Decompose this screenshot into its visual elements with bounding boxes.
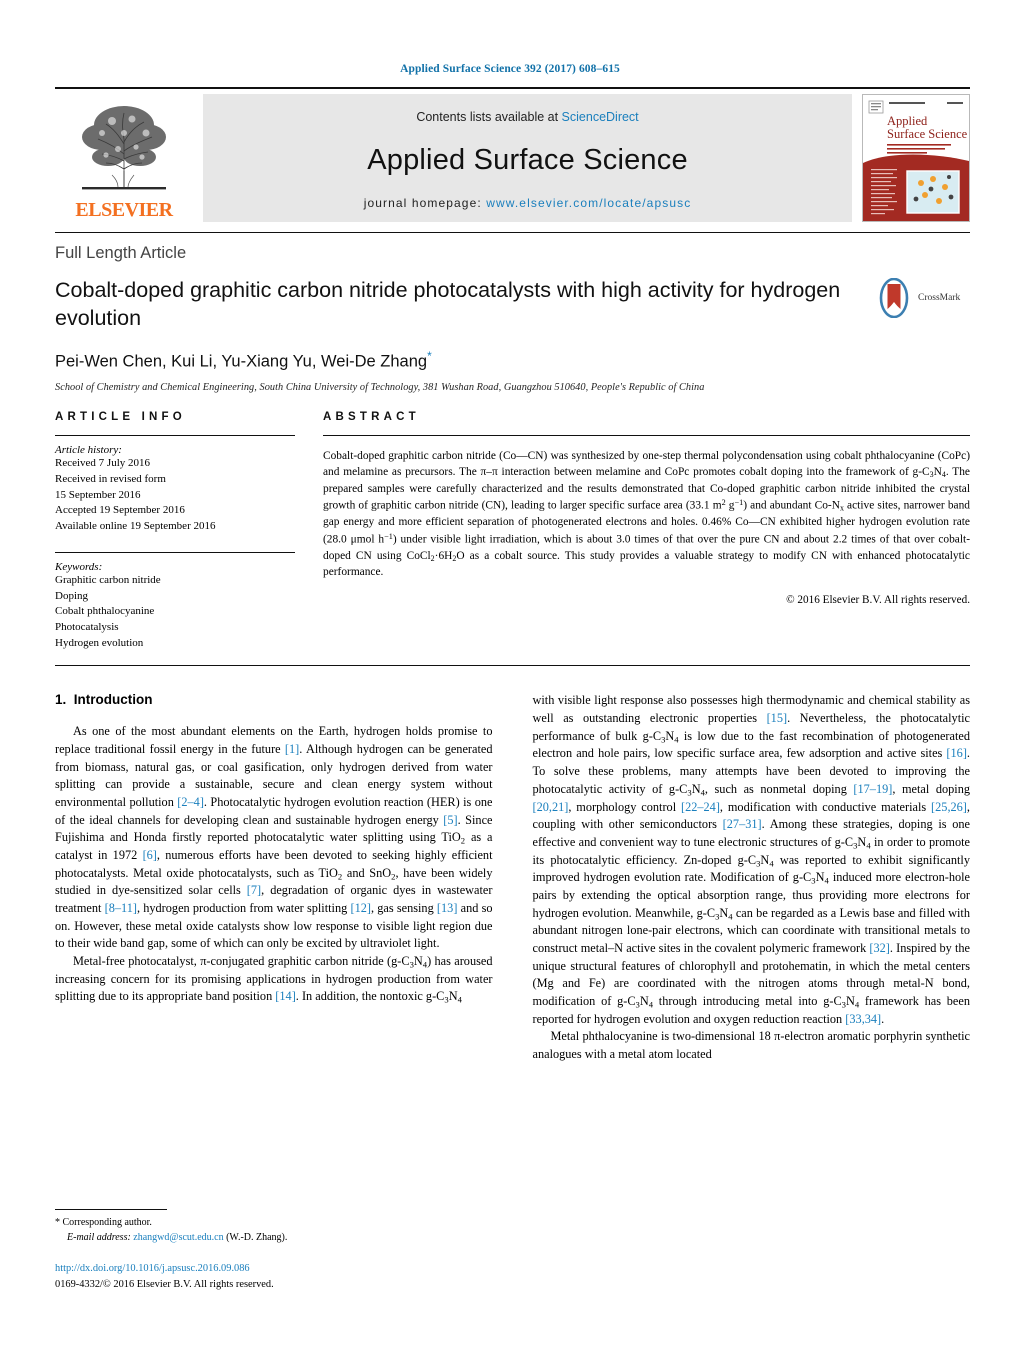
citation-link[interactable]: [2–4] bbox=[177, 795, 204, 809]
masthead-top-rule bbox=[55, 87, 970, 89]
citation-link[interactable]: [25,26] bbox=[931, 800, 967, 814]
body-column-left: 1. Introduction As one of the most abund… bbox=[55, 692, 493, 1292]
abstract-heading: ABSTRACT bbox=[323, 411, 420, 424]
citation-link[interactable]: [22–24] bbox=[681, 800, 720, 814]
footnote-rule bbox=[55, 1209, 167, 1211]
author-list: Pei-Wen Chen, Kui Li, Yu-Xiang Yu, Wei-D… bbox=[55, 349, 854, 372]
body-column-right: with visible light response also possess… bbox=[533, 692, 971, 1292]
email-note: E-mail address: zhangwd@scut.edu.cn (W.-… bbox=[55, 1231, 493, 1246]
cover-art: Applied Surface Science bbox=[863, 95, 969, 221]
abstract-column: ABSTRACT Cobalt-doped graphitic carbon n… bbox=[323, 411, 970, 651]
article-history-list: Received 7 July 2016 Received in revised… bbox=[55, 456, 295, 535]
paragraph: Metal-free photocatalyst, π-conjugated g… bbox=[55, 953, 493, 1005]
journal-homepage-line: journal homepage: www.elsevier.com/locat… bbox=[364, 196, 692, 210]
citation-link[interactable]: [5] bbox=[443, 813, 457, 827]
page-title: Cobalt-doped graphitic carbon nitride ph… bbox=[55, 278, 841, 331]
doi-block: http://dx.doi.org/10.1016/j.apsusc.2016.… bbox=[55, 1261, 493, 1292]
authors-names: Pei-Wen Chen, Kui Li, Yu-Xiang Yu, Wei-D… bbox=[55, 352, 428, 371]
keyword-item: Cobalt phthalocyanine bbox=[55, 605, 155, 618]
title-top-rule bbox=[55, 232, 970, 233]
masthead: ELSEVIER Contents lists available at Sci… bbox=[55, 94, 970, 222]
abstract-copyright: © 2016 Elsevier B.V. All rights reserved… bbox=[786, 593, 970, 606]
article-info-column: ARTICLE INFO Article history: Received 7… bbox=[55, 411, 323, 651]
info-abstract-block: ARTICLE INFO Article history: Received 7… bbox=[55, 411, 970, 651]
history-item: Accepted 19 September 2016 bbox=[55, 504, 185, 517]
citation-link[interactable]: [33,34] bbox=[845, 1012, 881, 1026]
history-item: Received 7 July 2016 bbox=[55, 457, 151, 470]
elsevier-tree-icon bbox=[72, 99, 176, 199]
keyword-item: Doping bbox=[55, 589, 88, 602]
citation-link[interactable]: [14] bbox=[275, 989, 296, 1003]
affiliation: School of Chemistry and Chemical Enginee… bbox=[55, 382, 705, 394]
journal-homepage-link[interactable]: www.elsevier.com/locate/apsusc bbox=[486, 196, 691, 210]
keyword-item: Graphitic carbon nitride bbox=[55, 573, 161, 586]
article-info-heading: ARTICLE INFO bbox=[55, 411, 186, 424]
abstract-rule bbox=[323, 435, 970, 437]
article-page: Applied Surface Science 392 (2017) 608–6… bbox=[0, 0, 1020, 1351]
crossmark-badge[interactable]: CrossMark bbox=[874, 276, 970, 318]
citation-link[interactable]: [6] bbox=[143, 848, 157, 862]
history-item: 15 September 2016 bbox=[55, 488, 141, 501]
citation-link[interactable]: [7] bbox=[247, 883, 261, 897]
section-heading-introduction: 1. Introduction bbox=[55, 692, 493, 707]
contents-available-line: Contents lists available at ScienceDirec… bbox=[416, 110, 638, 124]
svg-text:Applied: Applied bbox=[887, 114, 928, 128]
keywords-rule bbox=[55, 551, 295, 553]
history-item: Available online 19 September 2016 bbox=[55, 520, 216, 533]
citation-link[interactable]: [17–19] bbox=[853, 782, 892, 796]
body-container: 1. Introduction As one of the most abund… bbox=[55, 665, 970, 1292]
elsevier-logo: ELSEVIER bbox=[55, 94, 193, 222]
keyword-item: Photocatalysis bbox=[55, 621, 119, 633]
citation-link[interactable]: [13] bbox=[437, 901, 458, 915]
keyword-item: Hydrogen evolution bbox=[55, 636, 144, 649]
citation-link[interactable]: [1] bbox=[285, 742, 299, 756]
section-title: Introduction bbox=[73, 692, 153, 708]
running-head: Applied Surface Science 392 (2017) 608–6… bbox=[400, 63, 620, 75]
title-block: Full Length Article Cobalt-doped graphit… bbox=[55, 222, 970, 393]
paragraph: As one of the most abundant elements on … bbox=[55, 724, 493, 951]
citation-link[interactable]: [15] bbox=[767, 711, 788, 725]
paragraph: with visible light response also possess… bbox=[532, 693, 971, 1026]
elsevier-wordmark: ELSEVIER bbox=[75, 199, 173, 221]
body-top-rule bbox=[55, 665, 970, 667]
svg-text:Surface Science: Surface Science bbox=[887, 127, 968, 141]
article-info-rule bbox=[55, 435, 295, 437]
journal-cover-thumbnail[interactable]: Applied Surface Science bbox=[862, 94, 970, 222]
masthead-container: ELSEVIER Contents lists available at Sci… bbox=[55, 87, 970, 222]
journal-title: Applied Surface Science bbox=[367, 143, 688, 176]
homepage-prefix: journal homepage: bbox=[363, 196, 487, 210]
citation-link[interactable]: [8–11] bbox=[105, 901, 137, 915]
doi-link[interactable]: http://dx.doi.org/10.1016/j.apsusc.2016.… bbox=[55, 1261, 493, 1277]
email-label: E-mail address: bbox=[67, 1231, 131, 1243]
masthead-center-panel: Contents lists available at ScienceDirec… bbox=[203, 94, 852, 222]
issn-copyright-line: 0169-4332/© 2016 Elsevier B.V. All right… bbox=[55, 1278, 274, 1290]
citation-link[interactable]: [32] bbox=[869, 941, 890, 955]
sciencedirect-link[interactable]: ScienceDirect bbox=[562, 110, 639, 124]
citation-link[interactable]: [20,21] bbox=[533, 800, 569, 814]
corresponding-author-note: * Corresponding author. bbox=[55, 1217, 152, 1229]
crossmark-label: CrossMark bbox=[918, 293, 961, 303]
footnote-block: * Corresponding author. E-mail address: … bbox=[55, 1209, 493, 1292]
citation-link[interactable]: [27–31] bbox=[723, 817, 762, 831]
email-suffix: (W.-D. Zhang). bbox=[226, 1231, 288, 1243]
email-link[interactable]: zhangwd@scut.edu.cn bbox=[133, 1232, 223, 1243]
article-history-label: Article history: bbox=[55, 444, 122, 457]
paragraph: Metal phthalocyanine is two-dimensional … bbox=[532, 1029, 971, 1062]
citation-link[interactable]: [16] bbox=[946, 746, 967, 760]
crossmark-icon bbox=[879, 278, 909, 318]
keywords-label: Keywords: bbox=[55, 560, 103, 573]
citation-link[interactable]: [12] bbox=[350, 901, 371, 915]
history-item: Received in revised form bbox=[55, 472, 166, 485]
contents-prefix: Contents lists available at bbox=[416, 110, 562, 124]
abstract-text: Cobalt-doped graphitic carbon nitride (C… bbox=[323, 449, 970, 579]
keywords-list: Graphitic carbon nitride Doping Cobalt p… bbox=[55, 573, 295, 652]
section-number: 1. bbox=[55, 692, 67, 708]
article-type-label: Full Length Article bbox=[55, 244, 187, 262]
corresponding-author-marker: * bbox=[427, 348, 432, 363]
